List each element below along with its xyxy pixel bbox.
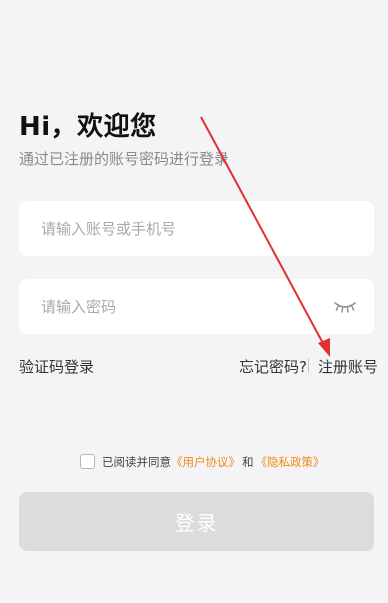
agreement-row: 已阅读并同意 《用户协议》 和 《隐私政策》 [80,453,325,470]
sms-login-link[interactable]: 验证码登录 [19,356,94,377]
agreement-checkbox[interactable] [80,454,95,469]
password-input[interactable] [19,279,374,334]
privacy-policy-link[interactable]: 《隐私政策》 [256,454,325,470]
page-title: Hi，欢迎您 [19,112,157,142]
account-field-container [19,201,374,256]
user-agreement-link[interactable]: 《用户协议》 [171,454,240,470]
login-button[interactable]: 登录 [19,492,374,551]
agreement-prefix: 已阅读并同意 [102,454,171,469]
register-link[interactable]: 注册账号 [318,356,378,377]
page-subtitle: 通过已注册的账号密码进行登录 [19,150,230,168]
agreement-and: 和 [242,454,254,469]
password-field-container [19,279,374,334]
forgot-password-link[interactable]: 忘记密码? [239,356,307,377]
link-divider [308,358,309,373]
account-input[interactable] [19,201,374,256]
closed-eye-icon[interactable] [333,297,357,315]
